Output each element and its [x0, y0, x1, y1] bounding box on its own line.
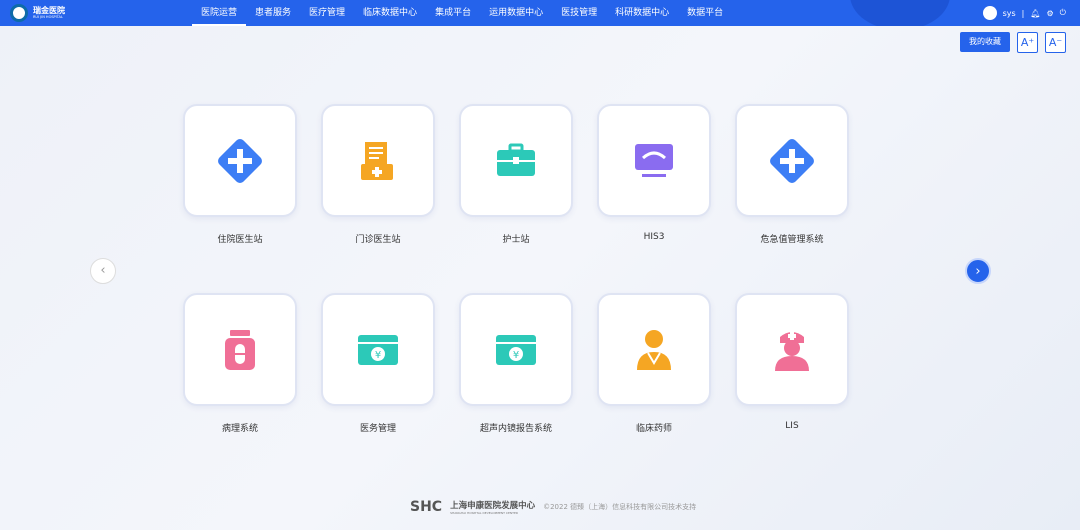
shdc-logo-icon: SHC	[410, 499, 443, 515]
app-label: 护士站	[502, 235, 530, 245]
nav-tab[interactable]: 医疗管理	[300, 0, 354, 26]
next-page-button[interactable]: ›	[965, 258, 991, 284]
money-box-icon: ¥	[358, 334, 398, 365]
app-card[interactable]	[735, 104, 849, 217]
first-aid-kit-icon	[497, 143, 535, 176]
favorites-button[interactable]: 我的收藏	[960, 32, 1010, 52]
app-tile[interactable]: 住院医生站	[183, 104, 297, 245]
nav-tab[interactable]: 患者服务	[246, 0, 300, 26]
app-label: 住院医生站	[217, 235, 263, 245]
app-card[interactable]	[459, 104, 573, 217]
app-tile[interactable]: ¥ 超声内镜报告系统	[459, 293, 573, 434]
app-label: 超声内镜报告系统	[479, 424, 552, 434]
font-increase-button[interactable]: A⁺	[1017, 32, 1038, 53]
hospital-logo[interactable]: 瑞金医院 RUI JIN HOSPITAL	[10, 4, 65, 22]
nav-tab[interactable]: 科研数据中心	[606, 0, 678, 26]
username[interactable]: sys	[1003, 9, 1016, 18]
app-tile[interactable]: 危急值管理系统	[735, 104, 849, 245]
bell-icon[interactable]: 🔔︎	[1030, 9, 1040, 18]
app-card[interactable]	[183, 104, 297, 217]
power-icon[interactable]: ⏻	[1060, 8, 1066, 18]
nav-tab[interactable]: 集成平台	[426, 0, 480, 26]
main-nav: 医院运营 患者服务 医疗管理 临床数据中心 集成平台 运用数据中心 医技管理 科研数据中心 数据…	[192, 0, 732, 26]
prev-page-button[interactable]: ‹	[90, 258, 116, 284]
clipboard-icon	[361, 141, 393, 180]
app-label: 危急值管理系统	[760, 235, 824, 245]
app-card[interactable]: ¥	[321, 293, 435, 406]
app-grid: 住院医生站 门诊医生站 护士站 HIS3 危急值管理系统病理系统 ¥ 医务管理 ¥ 超声内镜报告…	[183, 104, 849, 434]
nav-tab[interactable]: 数据平台	[678, 0, 732, 26]
app-label: HIS3	[643, 232, 665, 242]
medicine-bottle-icon	[225, 329, 255, 370]
logo-emblem-icon	[10, 4, 28, 22]
nav-tab[interactable]: 运用数据中心	[480, 0, 552, 26]
app-tile[interactable]: 门诊医生站	[321, 104, 435, 245]
app-tile[interactable]: ¥ 医务管理	[321, 293, 435, 434]
nav-tab[interactable]: 临床数据中心	[354, 0, 426, 26]
app-card[interactable]	[597, 293, 711, 406]
medical-cross-icon	[218, 138, 262, 183]
top-nav-bar: 瑞金医院 RUI JIN HOSPITAL 医院运营 患者服务 医疗管理 临床数据中心集…	[0, 0, 1080, 26]
doctor-icon	[637, 329, 671, 370]
app-label: LIS	[785, 421, 799, 431]
gear-icon[interactable]: ⚙	[1047, 9, 1054, 18]
app-label: 临床药师	[635, 424, 672, 434]
app-tile[interactable]: 护士站	[459, 104, 573, 245]
app-label: 病理系统	[221, 424, 258, 434]
monitor-icon	[635, 143, 673, 177]
nurse-icon	[775, 331, 809, 371]
app-label: 门诊医生站	[355, 235, 401, 245]
app-tile[interactable]: 病理系统	[183, 293, 297, 434]
svg-text:¥: ¥	[375, 350, 381, 361]
app-tile[interactable]: HIS3	[597, 104, 711, 245]
medical-cross-icon	[770, 138, 814, 183]
app-tile[interactable]: 临床药师	[597, 293, 711, 434]
money-box-icon: ¥	[496, 334, 536, 365]
nav-tab[interactable]: 医院运营	[192, 0, 247, 26]
app-card[interactable]	[597, 104, 711, 217]
app-label: 医务管理	[359, 424, 396, 434]
user-area: sys | 🔔︎ ⚙ ⏻	[982, 6, 1066, 20]
app-card[interactable]: ¥	[459, 293, 573, 406]
nav-tab[interactable]: 医技管理	[552, 0, 606, 26]
font-decrease-button[interactable]: A⁻	[1045, 32, 1066, 53]
app-tile[interactable]: LIS	[735, 293, 849, 434]
footer: SHC 上海申康医院发展中心 SHANGHAI HOSPITAL DEVELOPM…	[410, 499, 697, 515]
app-card[interactable]	[183, 293, 297, 406]
app-card[interactable]	[321, 104, 435, 217]
copyright: ©2022 德臻（上海）信息科技有限公司技术支持	[543, 503, 697, 511]
avatar[interactable]	[982, 6, 997, 20]
svg-text:¥: ¥	[513, 350, 519, 361]
app-card[interactable]	[735, 293, 849, 406]
